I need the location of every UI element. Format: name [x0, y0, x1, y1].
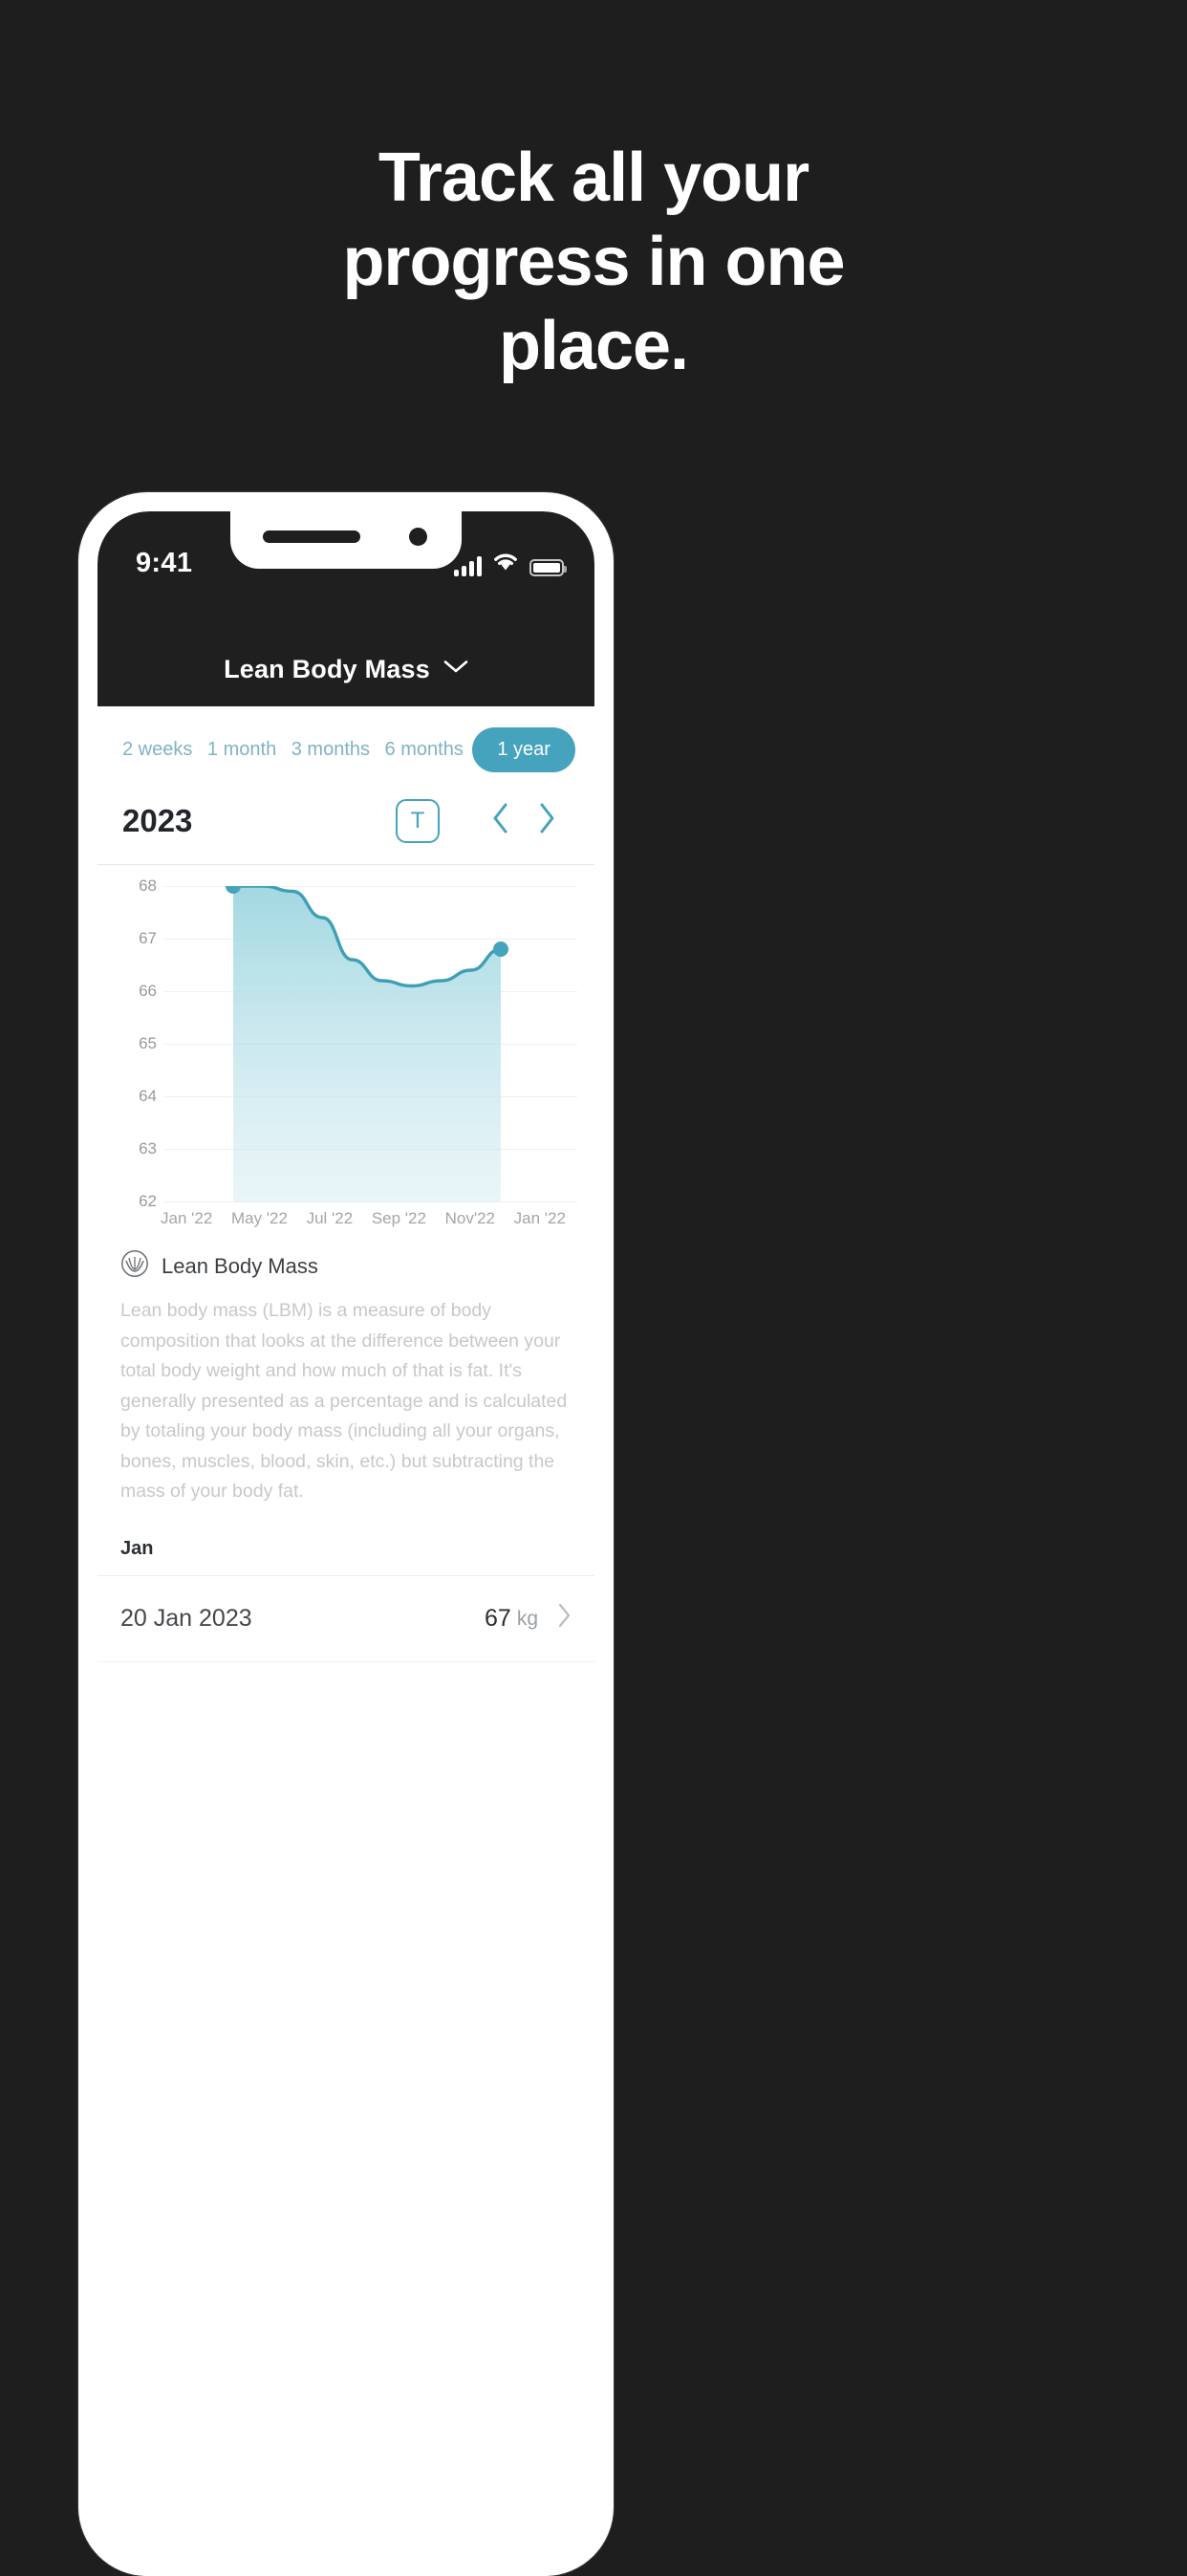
headline-line-1: Track all your [378, 140, 809, 216]
period-year-label: 2023 [122, 803, 193, 838]
table-view-button[interactable]: T [396, 799, 440, 843]
info-title: Lean Body Mass [162, 1253, 318, 1278]
speaker-grille-icon [263, 530, 360, 543]
tab-6-months[interactable]: 6 months [379, 727, 469, 772]
app-screen: 9:41 Lean Body Mass 2 weeks 1 month 3 mo… [97, 511, 594, 2576]
chevron-down-icon[interactable] [443, 660, 468, 679]
chart-y-tick: 67 [139, 929, 157, 947]
prev-period-button[interactable] [478, 802, 524, 840]
chart-x-tick: Jan '22 [513, 1209, 566, 1227]
chart-marker-end [493, 942, 508, 957]
list-month-header: Jan [97, 1513, 594, 1577]
wifi-icon [492, 552, 519, 576]
lean-body-mass-icon [120, 1249, 149, 1283]
chart-x-tick: Jan '22 [161, 1209, 213, 1227]
list-item-date: 20 Jan 2023 [120, 1605, 252, 1633]
tab-1-month[interactable]: 1 month [202, 727, 282, 772]
chart-x-tick: May '22 [230, 1209, 288, 1227]
next-period-button[interactable] [524, 802, 570, 840]
headline-line-3: place. [498, 308, 689, 384]
info-description: Lean body mass (LBM) is a measure of bod… [120, 1300, 568, 1503]
page-title: Lean Body Mass [224, 654, 430, 683]
phone-mockup: 9:41 Lean Body Mass 2 weeks 1 month 3 mo… [78, 492, 614, 2576]
battery-icon [529, 559, 567, 576]
chart-x-axis: Jan '22 May '22 Jul '22 Sep '22 Nov'22 Jan '2… [115, 1201, 577, 1228]
chevron-right-icon[interactable] [557, 1603, 572, 1634]
chart-y-tick: 62 [139, 1192, 157, 1210]
chart-y-tick: 66 [139, 982, 157, 1000]
status-bar-clock: 9:41 [136, 548, 193, 578]
list-item-value: 67 [485, 1605, 511, 1633]
tab-2-weeks[interactable]: 2 weeks [117, 727, 198, 772]
list-item[interactable]: 20 Jan 2023 67 kg [97, 1576, 594, 1663]
period-navigator: 2023 T [97, 790, 594, 865]
phone-notch [230, 511, 462, 569]
chart-y-tick: 68 [139, 877, 157, 895]
front-camera-icon [409, 528, 427, 546]
chart-x-tick: Nov'22 [444, 1209, 495, 1227]
chart-y-tick: 63 [139, 1139, 157, 1158]
list-item-unit: kg [516, 1607, 538, 1630]
chart-y-tick: 65 [139, 1034, 157, 1052]
chart-gridline [164, 1201, 577, 1202]
chart-plot [226, 886, 508, 1201]
chart-y-tick: 64 [139, 1087, 157, 1105]
promo-headline: Track all your progress in one place. [0, 143, 1187, 396]
tab-3-months[interactable]: 3 months [286, 727, 376, 772]
chart-x-tick: Sep '22 [371, 1209, 426, 1227]
nav-bar: Lean Body Mass [97, 632, 594, 706]
cellular-signal-icon [454, 555, 482, 576]
chart-x-tick: Jul '22 [306, 1209, 354, 1227]
time-range-tabs: 2 weeks 1 month 3 months 6 months 1 year [97, 706, 594, 790]
info-section: Lean Body Mass Lean body mass (LBM) is a… [97, 1232, 594, 1513]
chart-container: 68 67 66 65 64 63 62 Jan '22 May '22 Jul '22 Sep … [97, 865, 594, 1232]
info-header: Lean Body Mass [120, 1249, 572, 1283]
status-bar-icons [454, 552, 567, 576]
status-bar: 9:41 [97, 511, 594, 632]
headline-line-2: progress in one [342, 224, 845, 300]
lean-body-mass-area-chart[interactable]: 68 67 66 65 64 63 62 [115, 877, 577, 1210]
tab-1-year[interactable]: 1 year [472, 727, 575, 772]
